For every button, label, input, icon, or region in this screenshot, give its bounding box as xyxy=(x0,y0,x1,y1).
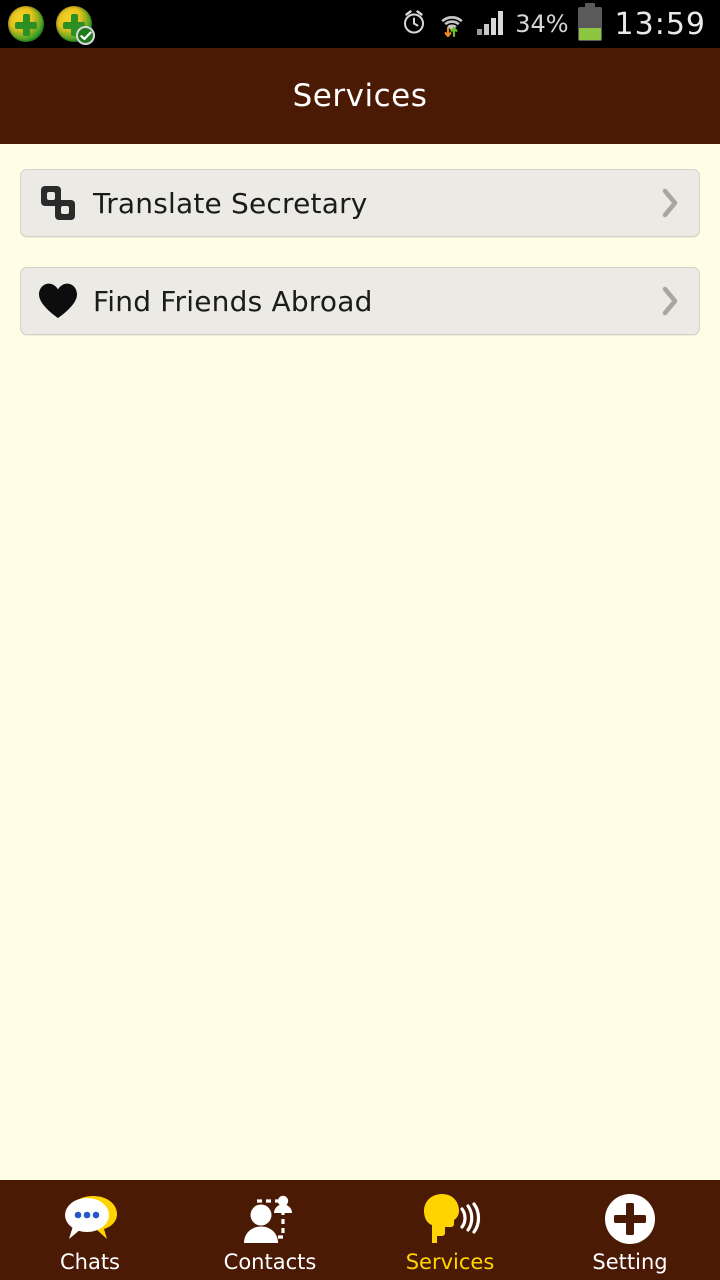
service-label: Translate Secretary xyxy=(93,186,368,220)
service-row-translate-secretary[interactable]: Translate Secretary xyxy=(20,169,700,237)
app-screen: 34% 13:59 Services Translate Secretary F… xyxy=(0,0,720,1280)
nav-tab-label: Setting xyxy=(592,1249,668,1274)
nav-tab-label: Chats xyxy=(59,1249,121,1274)
nav-tab-chats[interactable]: Chats xyxy=(0,1180,180,1280)
nav-tab-services[interactable]: Services xyxy=(360,1180,540,1280)
plus-circle-icon xyxy=(603,1193,657,1245)
page-title: Services xyxy=(292,78,428,114)
alarm-icon xyxy=(400,8,428,40)
chevron-right-icon xyxy=(659,186,681,220)
cellular-signal-icon xyxy=(476,8,506,40)
status-bar-indicators: 34% 13:59 xyxy=(400,3,710,42)
overlapping-squares-icon xyxy=(35,180,81,226)
chat-bubble-icon xyxy=(59,1193,121,1245)
service-row-find-friends-abroad[interactable]: Find Friends Abroad xyxy=(20,267,700,335)
service-label: Find Friends Abroad xyxy=(93,284,373,318)
nav-tab-contacts[interactable]: Contacts xyxy=(180,1180,360,1280)
heart-icon xyxy=(35,278,81,324)
status-bar-notifications xyxy=(6,4,95,45)
app-update-icon xyxy=(6,4,46,44)
battery-icon xyxy=(577,3,602,41)
contacts-icon xyxy=(239,1193,301,1245)
app-update-done-icon xyxy=(54,4,95,45)
bottom-navigation-bar: Chats Contacts Services Setting xyxy=(0,1180,720,1280)
wifi-icon xyxy=(437,9,467,39)
services-list: Translate Secretary Find Friends Abroad xyxy=(0,144,720,1180)
checkmark-icon xyxy=(76,26,95,45)
nav-tab-label: Services xyxy=(405,1249,495,1274)
app-header: Services xyxy=(0,48,720,144)
nav-tab-label: Contacts xyxy=(223,1249,317,1274)
speaking-head-icon xyxy=(418,1193,482,1245)
chevron-right-icon xyxy=(659,284,681,318)
nav-tab-setting[interactable]: Setting xyxy=(540,1180,720,1280)
data-transfer-arrows-icon xyxy=(444,26,458,38)
battery-percent-label: 34% xyxy=(515,10,569,38)
status-bar-clock: 13:59 xyxy=(614,6,706,42)
status-bar: 34% 13:59 xyxy=(0,0,720,48)
